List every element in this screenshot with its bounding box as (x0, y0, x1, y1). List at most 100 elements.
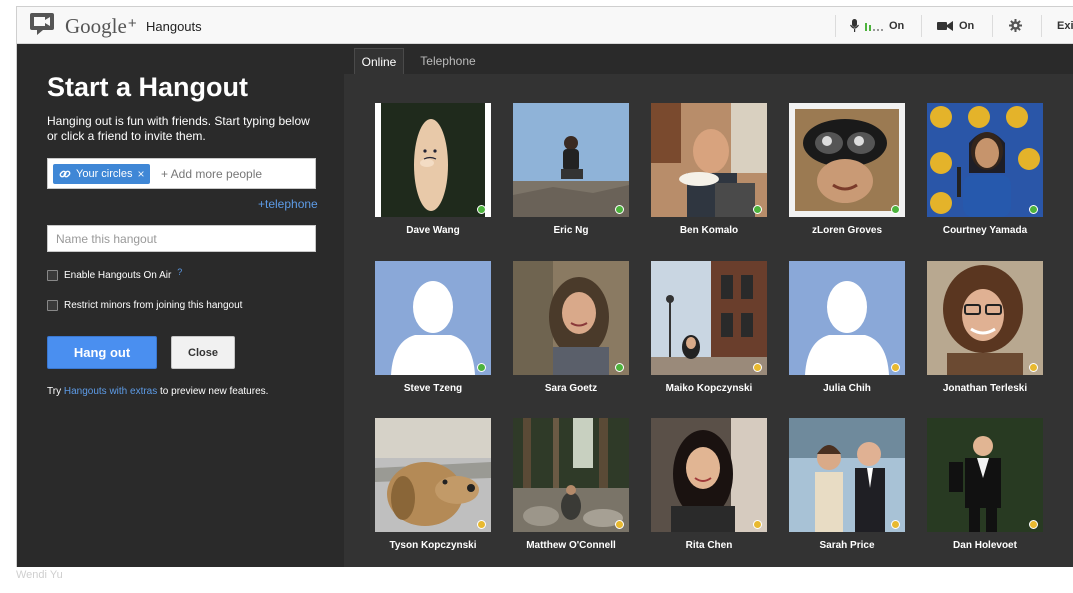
idle-status-dot (477, 520, 486, 529)
avatar-image (513, 418, 629, 532)
contact-avatar[interactable] (375, 103, 491, 217)
contact-card[interactable]: Jonathan Terleski (927, 261, 1043, 394)
contact-card[interactable]: Sara Goetz (513, 261, 629, 394)
contact-avatar[interactable] (651, 261, 767, 375)
contact-avatar[interactable] (375, 418, 491, 532)
page-title: Start a Hangout (47, 72, 249, 102)
idle-status-dot (891, 520, 900, 529)
contact-name: Sarah Price (819, 540, 875, 551)
contact-avatar[interactable] (651, 103, 767, 217)
contact-card[interactable]: Matthew O'Connell (513, 418, 629, 551)
google-plus-brand[interactable]: Google+ (65, 14, 137, 39)
tab-online[interactable]: Online (354, 48, 404, 74)
toolbar-divider (1041, 15, 1042, 37)
camera-toggle[interactable]: On (937, 7, 974, 44)
contact-name: Tyson Kopczynski (389, 540, 477, 551)
contact-card[interactable]: Julia Chih (789, 261, 905, 394)
avatar-image (375, 103, 491, 217)
contact-card[interactable]: Dan Holevoet (927, 418, 1043, 551)
contact-avatar[interactable] (513, 103, 629, 217)
idle-status-dot (1029, 520, 1038, 529)
idle-status-dot (753, 363, 762, 372)
avatar-image (375, 261, 491, 375)
mic-level-icon (865, 22, 883, 31)
online-status-dot (753, 205, 762, 214)
hangouts-logo-icon (30, 13, 54, 35)
link-icon (59, 170, 71, 178)
contact-name: Ben Komalo (679, 225, 739, 236)
top-bar: Google+ Hangouts On On Ex (17, 7, 1073, 44)
contact-avatar[interactable] (927, 261, 1043, 375)
contact-card[interactable]: Rita Chen (651, 418, 767, 551)
product-name: Hangouts (146, 19, 202, 34)
contact-tabs: Online Telephone (344, 44, 1073, 74)
online-status-dot (477, 363, 486, 372)
microphone-icon (850, 18, 859, 32)
hang-out-button[interactable]: Hang out (47, 336, 157, 369)
watermark: Wendi Yu (16, 569, 63, 581)
onair-checkbox[interactable] (47, 270, 58, 281)
browser-frame: Google+ Hangouts On On Ex Start a Hangou… (16, 6, 1073, 567)
contact-avatar[interactable] (513, 261, 629, 375)
restrict-minors-checkbox[interactable] (47, 300, 58, 311)
settings-button[interactable] (1009, 7, 1022, 44)
avatar-image (927, 418, 1043, 532)
idle-status-dot (1029, 363, 1038, 372)
contact-name: zLoren Groves (811, 225, 883, 236)
tab-telephone[interactable]: Telephone (410, 48, 486, 74)
idle-status-dot (891, 363, 900, 372)
circles-chip[interactable]: Your circles × (53, 164, 151, 184)
contact-name: Sara Goetz (544, 383, 598, 394)
idle-status-dot (615, 520, 624, 529)
exit-button[interactable]: Exit (1057, 7, 1073, 44)
contact-name: Matthew O'Connell (526, 540, 616, 551)
microphone-toggle[interactable]: On (850, 7, 904, 44)
hangouts-extras-link[interactable]: Hangouts with extras (64, 386, 157, 397)
contact-card[interactable]: Steve Tzeng (375, 261, 491, 394)
contact-avatar[interactable] (789, 103, 905, 217)
contact-avatar[interactable] (375, 261, 491, 375)
mic-status-label: On (889, 19, 905, 32)
contact-name: Dan Holevoet (953, 540, 1017, 551)
add-people-input[interactable] (161, 167, 311, 181)
avatar-image (651, 103, 767, 217)
contact-avatar[interactable] (789, 261, 905, 375)
contact-name: Dave Wang (406, 225, 460, 236)
contact-avatar[interactable] (513, 418, 629, 532)
contact-avatar[interactable] (927, 418, 1043, 532)
avatar-image (789, 418, 905, 532)
contact-name: Eric Ng (553, 225, 589, 236)
contact-name: Jonathan Terleski (942, 383, 1028, 394)
contact-avatar[interactable] (789, 418, 905, 532)
invite-people-field[interactable]: Your circles × (47, 158, 316, 189)
contact-card[interactable]: Sarah Price (789, 418, 905, 551)
camera-icon (937, 20, 953, 31)
avatar-image (375, 418, 491, 532)
contact-card[interactable]: Maiko Kopczynski (651, 261, 767, 394)
contact-avatar[interactable] (651, 418, 767, 532)
contact-card[interactable]: Courtney Yamada (927, 103, 1043, 236)
camera-status-label: On (959, 19, 975, 32)
contact-name: Julia Chih (823, 383, 871, 394)
hangout-name-input[interactable] (47, 225, 316, 252)
toolbar-divider (835, 15, 836, 37)
online-status-dot (891, 205, 900, 214)
close-button[interactable]: Close (171, 336, 235, 369)
avatar-image (789, 261, 905, 375)
contact-avatar[interactable] (927, 103, 1043, 217)
contact-card[interactable]: Dave Wang (375, 103, 491, 236)
chip-label: Your circles (76, 168, 133, 180)
chip-remove-icon[interactable]: × (137, 167, 144, 181)
contact-name: Steve Tzeng (403, 383, 463, 394)
contact-card[interactable]: Ben Komalo (651, 103, 767, 236)
contact-card[interactable]: zLoren Groves (789, 103, 905, 236)
add-telephone-link[interactable]: +telephone (258, 197, 318, 211)
brand-text: Google (65, 14, 127, 38)
onair-option[interactable]: Enable Hangouts On Air ? (47, 267, 182, 281)
restrict-minors-option[interactable]: Restrict minors from joining this hangou… (47, 300, 242, 311)
online-status-dot (615, 363, 624, 372)
contact-card[interactable]: Eric Ng (513, 103, 629, 236)
start-hangout-panel: Start a Hangout Hanging out is fun with … (17, 44, 344, 567)
onair-help-icon[interactable]: ? (177, 267, 182, 277)
contact-card[interactable]: Tyson Kopczynski (375, 418, 491, 551)
